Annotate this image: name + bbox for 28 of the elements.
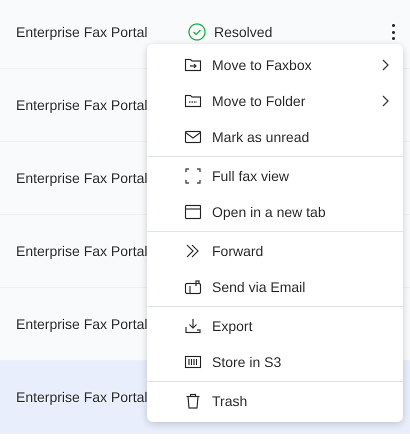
- menu-item[interactable]: Full fax view: [147, 158, 403, 194]
- menu-item[interactable]: Forward: [147, 233, 403, 269]
- envelope-icon: [184, 128, 202, 146]
- storage-icon: [184, 353, 202, 371]
- check-circle-icon: [188, 23, 206, 41]
- menu-item[interactable]: Move to Folder: [147, 83, 403, 119]
- chevron-right-icon: [381, 59, 389, 71]
- download-icon: [184, 317, 202, 335]
- status-label: Resolved: [214, 22, 272, 42]
- fax-source: Enterprise Fax Portal: [16, 242, 148, 261]
- envelope-send-icon: [184, 278, 202, 296]
- fax-source: Enterprise Fax Portal: [16, 388, 148, 407]
- menu-item[interactable]: Mark as unread: [147, 119, 403, 155]
- folder-icon: [184, 92, 202, 110]
- fax-source: Enterprise Fax Portal: [16, 314, 148, 334]
- menu-item[interactable]: Export: [147, 308, 403, 344]
- chevron-right-icon: [381, 95, 389, 107]
- fax-source: Enterprise Fax Portal: [16, 96, 148, 115]
- menu-item[interactable]: Trash: [147, 383, 403, 419]
- menu-item[interactable]: Send via Email: [147, 269, 403, 305]
- fax-source: Enterprise Fax Portal: [16, 22, 148, 42]
- fax-source: Enterprise Fax Portal: [16, 168, 148, 188]
- menu-item[interactable]: Store in S3: [147, 344, 403, 380]
- trash-icon: [184, 392, 202, 410]
- folder-arrow-icon: [184, 56, 202, 74]
- browser-tab-icon: [184, 203, 202, 221]
- expand-icon: [184, 167, 202, 185]
- menu-item[interactable]: Open in a new tab: [147, 194, 403, 230]
